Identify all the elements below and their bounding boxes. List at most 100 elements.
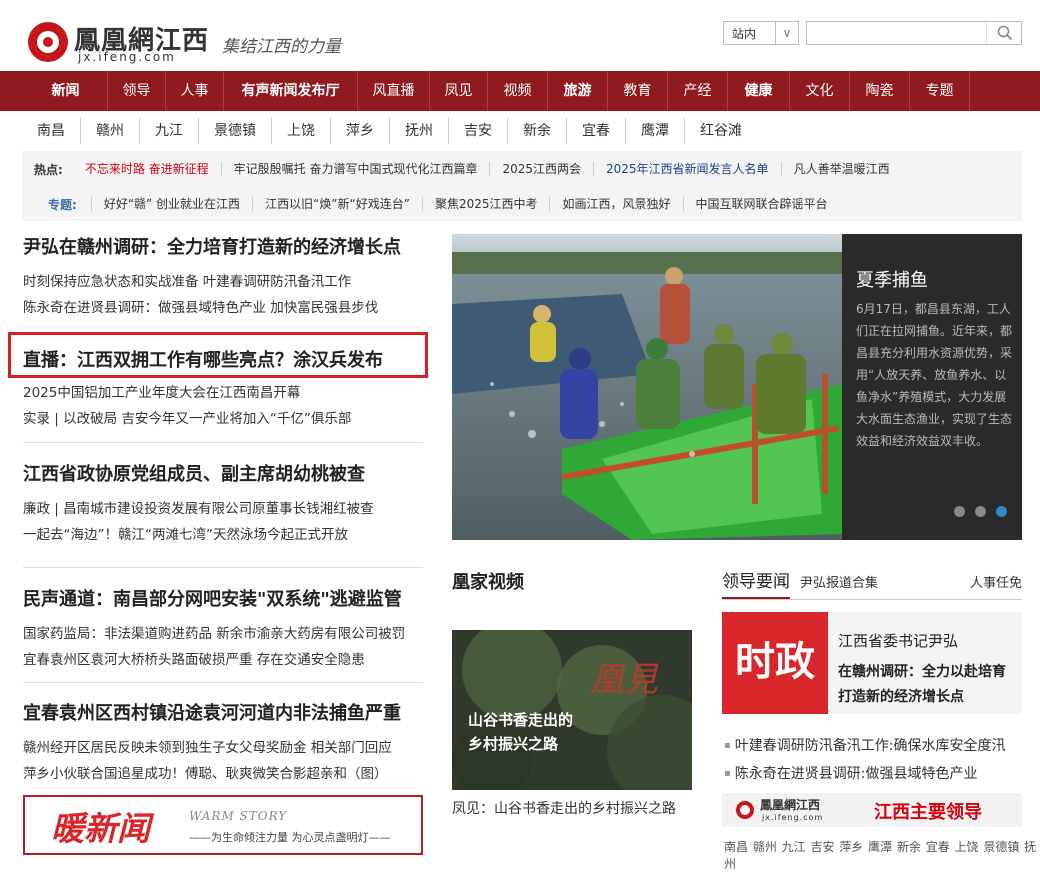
search-scope-select[interactable]: 站内 ∨ xyxy=(723,21,799,45)
headline-link[interactable]: 直播：江西双拥工作有哪些亮点？涂汉兵发布 xyxy=(23,346,423,372)
slider-dot-active[interactable] xyxy=(996,506,1007,517)
hot-item[interactable]: 牢记殷殷嘱托 奋力谱写中国式现代化江西篇章 xyxy=(220,162,490,176)
news-link[interactable]: 实录 | 以改破局 吉安今年又一产业将加入“千亿”俱乐部 xyxy=(23,406,423,432)
topic-item[interactable]: 江西以旧“焕”新“好戏连台” xyxy=(252,197,422,211)
banner-title: 暖新闻 xyxy=(51,809,150,848)
nav-item-live[interactable]: 风直播 xyxy=(358,71,430,111)
video-logo: 凰見 xyxy=(590,660,658,700)
news-link[interactable]: 一起去“海边”！赣江“两滩七湾”天然泳场今起正式开放 xyxy=(23,522,423,548)
nav-item-travel[interactable]: 旅游 xyxy=(548,71,608,111)
news-link[interactable]: 赣州经开区居民反映未领到独生子女父母奖励金 相关部门回应 xyxy=(23,735,423,761)
city-item[interactable]: 上饶 xyxy=(271,118,330,144)
news-link[interactable]: 宜春袁州区袁河大桥桥头路面破损严重 存在交通安全隐患 xyxy=(23,647,423,673)
topic-item[interactable]: 聚焦2025江西中考 xyxy=(421,197,550,211)
headline-link[interactable]: 宜春袁州区西村镇沿途袁河河道内非法捕鱼严重 xyxy=(23,699,423,725)
slider-title[interactable]: 夏季捕鱼 xyxy=(856,266,928,292)
banner-subtitle: ——为生命倾注力量 为心灵点盏明灯—— xyxy=(189,831,391,844)
slider-caption: 夏季捕鱼 6月17日，都昌县东湖，工人们正在拉网捕鱼。近年来，都昌县充分利用水资… xyxy=(842,234,1022,540)
slider-dots xyxy=(954,506,1007,517)
site-slogan: 集结江西的力量 xyxy=(222,37,341,57)
news-link[interactable]: 2025中国铝加工产业年度大会在江西南昌开幕 xyxy=(23,380,423,406)
topic-item[interactable]: 好好“赣” 创业就业在江西 xyxy=(90,197,252,211)
chevron-down-icon[interactable]: ∨ xyxy=(775,22,798,44)
main-leaders-banner[interactable]: 鳳凰網江西 jx.ifeng.com 江西主要领导 xyxy=(722,793,1022,827)
city-item[interactable]: 红谷滩 xyxy=(684,118,757,144)
nav-item-news[interactable]: 新闻 xyxy=(24,71,108,111)
slider-photo[interactable] xyxy=(452,234,842,540)
nav-item-culture[interactable]: 文化 xyxy=(790,71,850,111)
video-caption[interactable]: 凤见：山谷书香走出的乡村振兴之路 xyxy=(452,798,676,818)
banner-english: WARM STORY xyxy=(189,809,288,823)
hot-item[interactable]: 2025年江西省新闻发言人名单 xyxy=(593,162,781,176)
slider-description: 6月17日，都昌县东湖，工人们正在拉网捕鱼。近年来，都昌县充分利用水资源优势，采… xyxy=(856,302,1013,448)
city-item[interactable]: 南昌 xyxy=(22,118,80,144)
list-item[interactable]: 叶建春调研防汛备汛工作:确保水库安全度汛 xyxy=(724,732,1024,760)
search-icon xyxy=(997,25,1013,41)
video-overlay-line: 乡村振兴之路 xyxy=(468,735,559,753)
topic-item[interactable]: 如画江西，风景独好 xyxy=(549,197,682,211)
nav-item-audio-news[interactable]: 有声新闻发布厅 xyxy=(224,71,358,111)
news-link[interactable]: 国家药监局：非法渠道购进药品 新余市渝亲大药房有限公司被罚 xyxy=(23,621,423,647)
headline-link[interactable]: 尹弘在赣州调研：全力培育打造新的经济增长点 xyxy=(23,233,423,259)
nav-item-video[interactable]: 视频 xyxy=(488,71,548,111)
hot-item[interactable]: 不忘来时路 奋进新征程 xyxy=(73,162,221,176)
tab-leader-news[interactable]: 领导要闻 xyxy=(722,567,790,599)
nav-item-personnel[interactable]: 人事 xyxy=(166,71,224,111)
city-item[interactable]: 萍乡 xyxy=(330,118,389,144)
hot-item[interactable]: 2025江西两会 xyxy=(489,162,593,176)
city-item[interactable]: 鹰潭 xyxy=(625,118,684,144)
hot-item[interactable]: 凡人善举温暖江西 xyxy=(780,162,902,176)
list-item[interactable]: 陈永奇在进贤县调研:做强县域特色产业 xyxy=(724,760,1024,788)
city-item[interactable]: 吉安 xyxy=(448,118,507,144)
city-item[interactable]: 景德镇 xyxy=(198,118,271,144)
headline-link[interactable]: 江西省政协原党组成员、副主席胡幼桃被查 xyxy=(23,460,423,486)
tab-yinhong-reports[interactable]: 尹弘报道合集 xyxy=(800,572,878,591)
slider-dot[interactable] xyxy=(954,506,965,517)
video-thumbnail[interactable]: 凰見 山谷书香走出的 乡村振兴之路 xyxy=(452,630,692,790)
city-nav: 南昌 赣州 九江 景德镇 上饶 萍乡 抚州 吉安 新余 宜春 鹰潭 红谷滩 xyxy=(22,118,757,144)
divider xyxy=(23,567,423,568)
city-item[interactable]: 九江 xyxy=(139,118,198,144)
nav-item-education[interactable]: 教育 xyxy=(608,71,668,111)
nav-item-health[interactable]: 健康 xyxy=(728,71,790,111)
news-group: 宜春袁州区西村镇沿途袁河河道内非法捕鱼严重 赣州经开区居民反映未领到独生子女父母… xyxy=(23,699,423,787)
divider xyxy=(23,682,423,683)
politics-feature[interactable]: 时政 江西省委书记尹弘 在赣州调研：全力以赴培育打造新的经济增长点 xyxy=(722,612,1022,714)
slider-dot[interactable] xyxy=(975,506,986,517)
video-overlay-text: 山谷书香走出的 乡村振兴之路 xyxy=(468,708,573,756)
news-link[interactable]: 萍乡小伙联合国追星成功！傅聪、耿爽微笑合影超亲和（图） xyxy=(23,761,423,787)
search-input[interactable] xyxy=(806,21,1022,45)
hot-label: 热点: xyxy=(34,162,63,177)
search-button[interactable] xyxy=(986,22,1021,44)
video-overlay-line: 山谷书香走出的 xyxy=(468,711,574,729)
news-link[interactable]: 时刻保持应急状态和实战准备 叶建春调研防汛备汛工作 xyxy=(23,269,423,295)
headline-link[interactable]: 民声通道：南昌部分网吧安装"双系统"逃避监管 xyxy=(23,585,423,611)
hot-topics-bar: 热点: 不忘来时路 奋进新征程 牢记殷殷嘱托 奋力谱写中国式现代化江西篇章 20… xyxy=(22,151,1022,221)
topic-item[interactable]: 中国互联网联合辟谣平台 xyxy=(682,197,840,211)
city-item[interactable]: 宜春 xyxy=(566,118,625,144)
video-section-title[interactable]: 凰家视频 xyxy=(452,568,524,594)
city-item[interactable]: 赣州 xyxy=(80,118,139,144)
politics-badge: 时政 xyxy=(722,612,828,714)
tab-personnel[interactable]: 人事任免 xyxy=(970,572,1022,591)
nav-item-industry[interactable]: 产经 xyxy=(668,71,728,111)
nav-item-fengjian[interactable]: 凤见 xyxy=(430,71,488,111)
leader-news-list: 叶建春调研防汛备汛工作:确保水库安全度汛 陈永奇在进贤县调研:做强县域特色产业 xyxy=(724,732,1024,788)
nav-item-ceramics[interactable]: 陶瓷 xyxy=(850,71,910,111)
feature-line-1[interactable]: 江西省委书记尹弘 xyxy=(838,630,958,651)
nav-item-topics[interactable]: 专题 xyxy=(910,71,970,111)
ifeng-logo-icon[interactable] xyxy=(28,22,68,62)
nav-item-leaders[interactable]: 领导 xyxy=(108,71,166,111)
warm-news-banner[interactable]: 暖新闻 WARM STORY ——为生命倾注力量 为心灵点盏明灯—— xyxy=(23,795,423,855)
news-group: 民声通道：南昌部分网吧安装"双系统"逃避监管 国家药监局：非法渠道购进药品 新余… xyxy=(23,585,423,673)
hot-row: 热点: 不忘来时路 奋进新征程 牢记殷殷嘱托 奋力谱写中国式现代化江西篇章 20… xyxy=(34,152,902,186)
news-link[interactable]: 廉政 | 昌南城市建设投资发展有限公司原董事长钱湘红被查 xyxy=(23,496,423,522)
city-item[interactable]: 新余 xyxy=(507,118,566,144)
feature-line-2[interactable]: 在赣州调研：全力以赴培育打造新的经济增长点 xyxy=(838,660,1018,710)
city-item[interactable]: 抚州 xyxy=(389,118,448,144)
mini-logo-domain: jx.ifeng.com xyxy=(762,813,824,822)
city-links[interactable]: 南昌 赣州 九江 吉安 萍乡 鹰潭 新余 宜春 上饶 景德镇 抚州 xyxy=(724,838,1040,872)
news-link[interactable]: 陈永奇在进贤县调研：做强县域特色产业 加快富民强县步伐 xyxy=(23,295,423,321)
topics-row: 专题: 好好“赣” 创业就业在江西 江西以旧“焕”新“好戏连台” 聚焦2025江… xyxy=(34,187,840,221)
main-nav: 新闻 领导 人事 有声新闻发布厅 风直播 凤见 视频 旅游 教育 产经 健康 文… xyxy=(0,71,1040,111)
